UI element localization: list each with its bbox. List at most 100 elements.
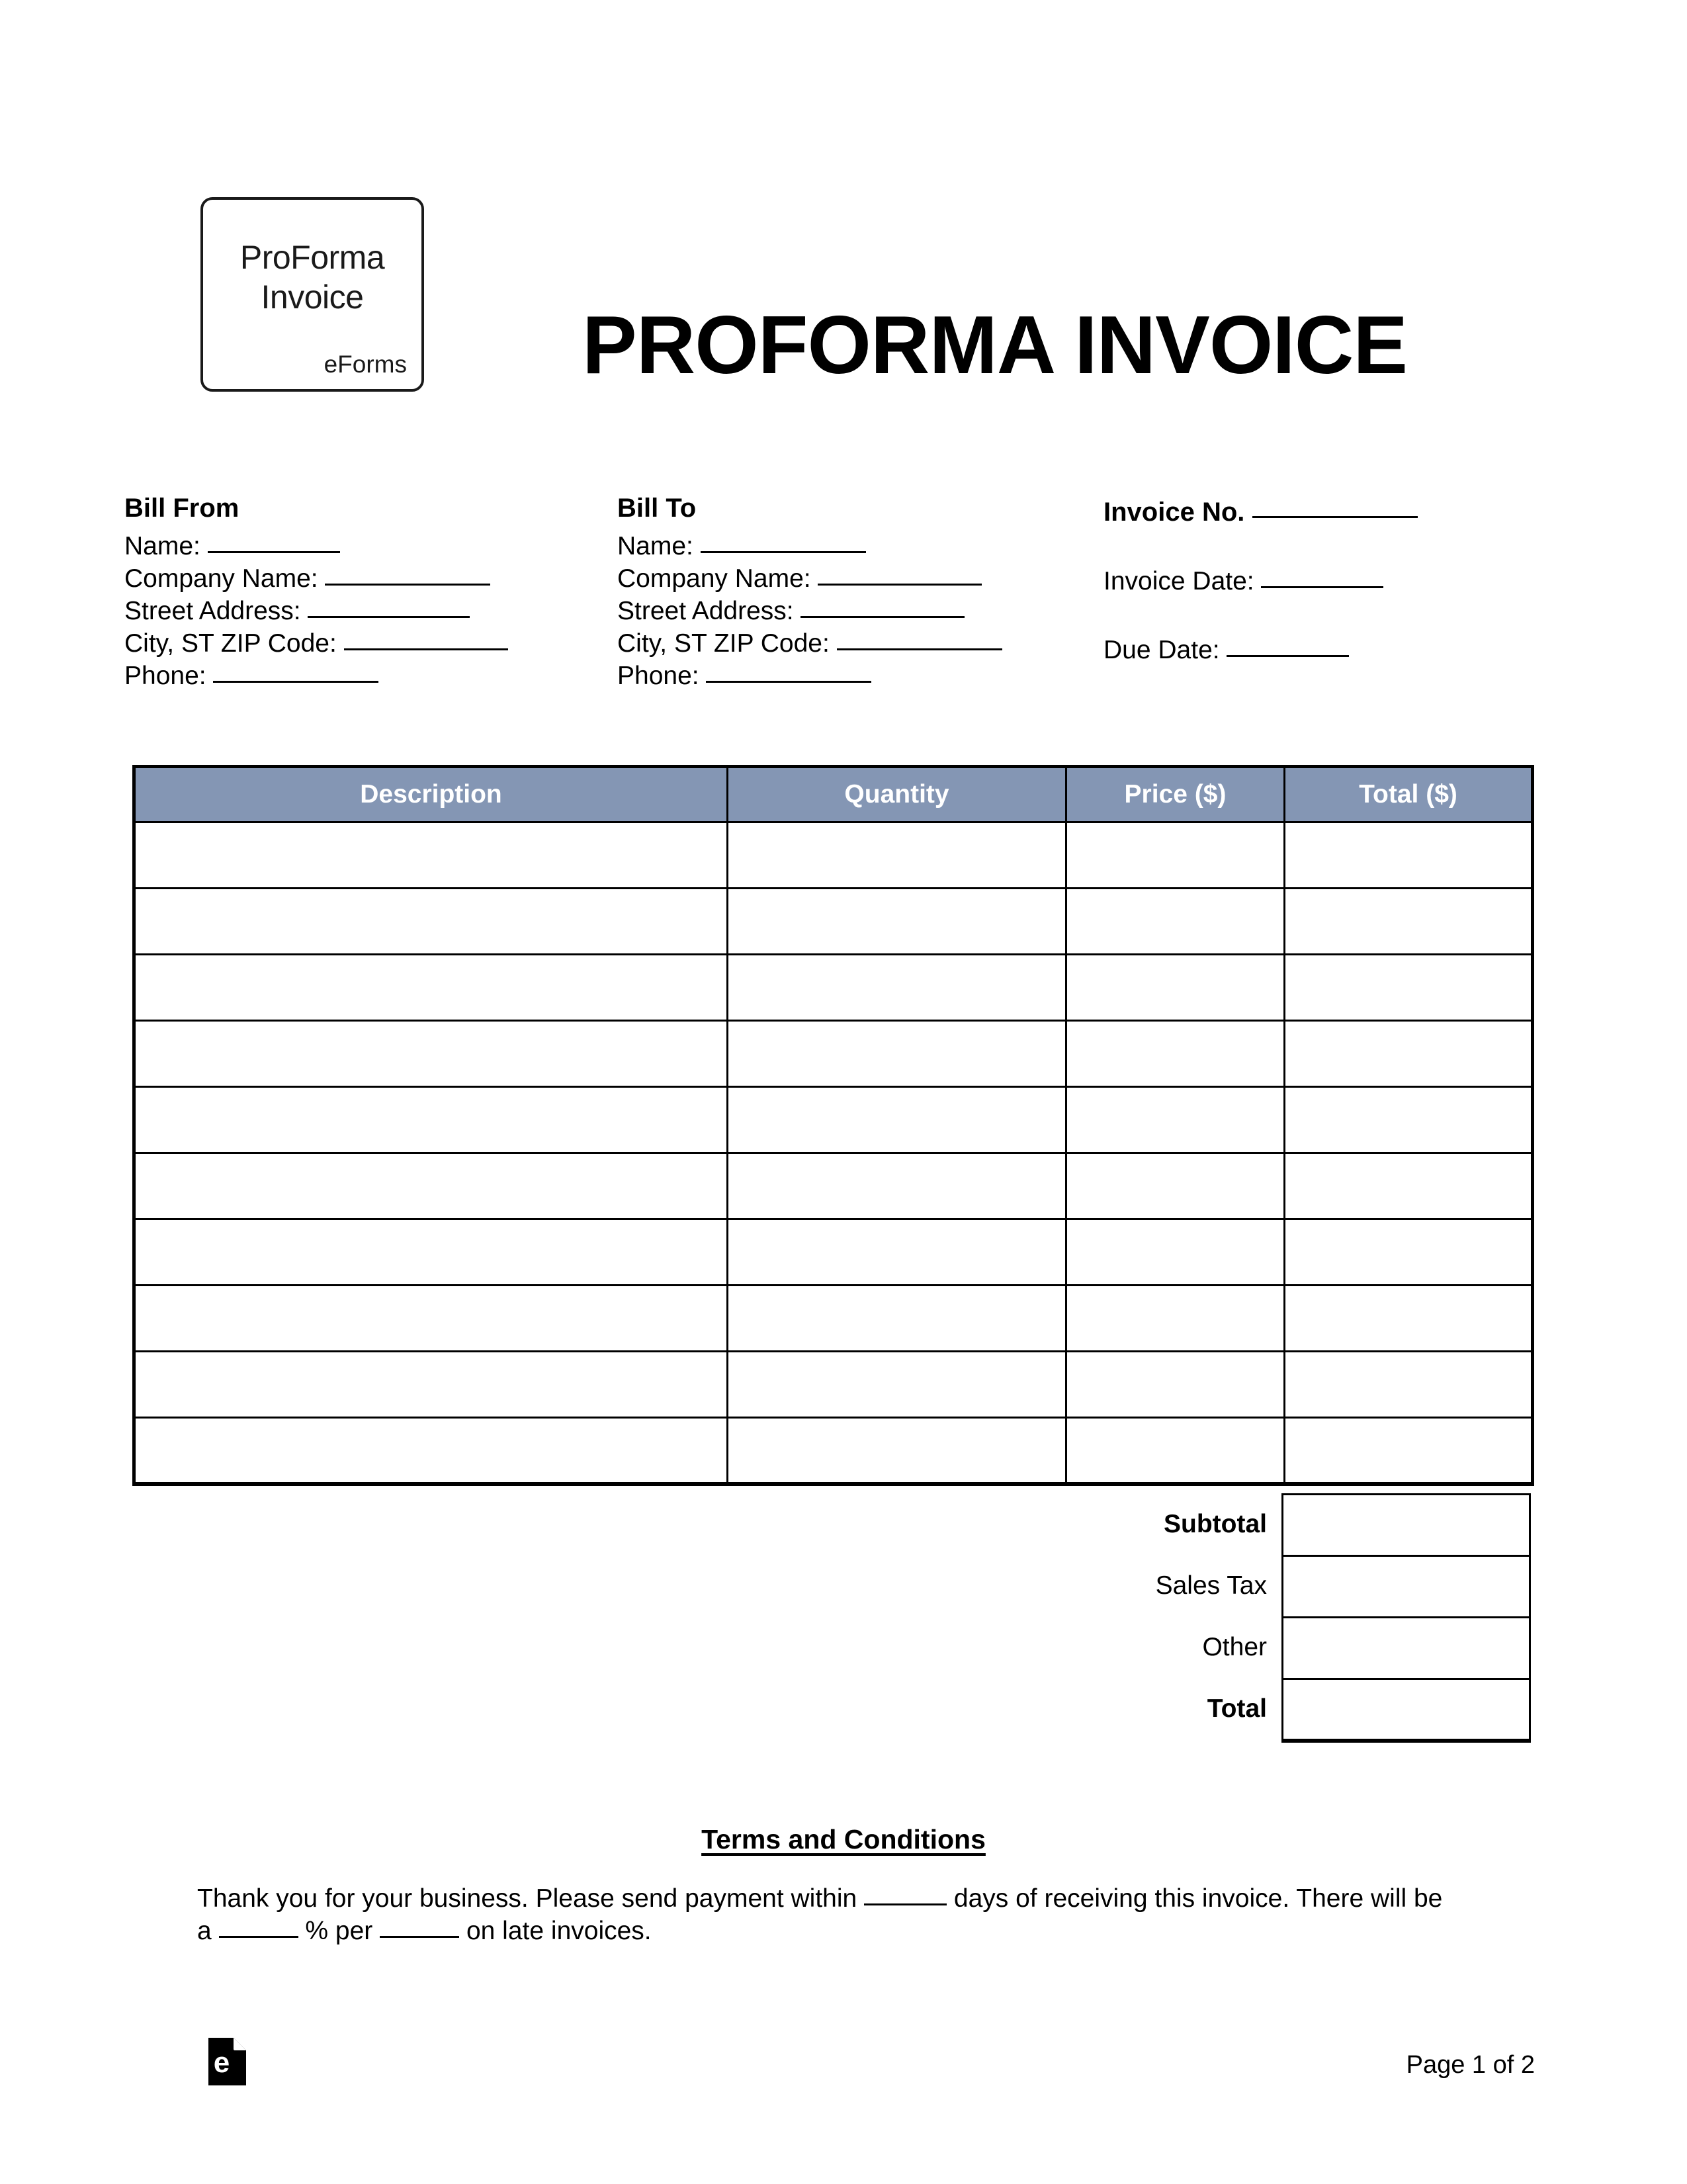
cell-total[interactable] bbox=[1283, 1152, 1534, 1220]
cell-quantity[interactable] bbox=[726, 1086, 1067, 1154]
table-row bbox=[132, 1284, 1534, 1352]
cell-price[interactable] bbox=[1065, 1020, 1285, 1088]
due-date-label: Due Date: bbox=[1103, 636, 1220, 664]
totals-labels: Subtotal Sales Tax Other Total bbox=[794, 1493, 1281, 1741]
totals-value-sales-tax[interactable] bbox=[1281, 1555, 1531, 1618]
totals-label-subtotal: Subtotal bbox=[1164, 1510, 1267, 1538]
cell-description[interactable] bbox=[132, 1350, 728, 1419]
terms-title: Terms and Conditions bbox=[701, 1824, 986, 1855]
bill-from-name-input[interactable] bbox=[207, 531, 340, 553]
bill-from-city-input[interactable] bbox=[343, 629, 508, 650]
totals-label-total: Total bbox=[1207, 1694, 1267, 1723]
eforms-document-icon: e bbox=[208, 2038, 246, 2085]
cell-price[interactable] bbox=[1065, 887, 1285, 955]
terms-section: Terms and Conditions Thank you for your … bbox=[0, 1824, 1687, 1946]
logo-line-2: Invoice bbox=[261, 279, 364, 316]
invoice-date-row: Invoice Date: bbox=[1103, 566, 1418, 594]
invoice-date-label: Invoice Date: bbox=[1103, 567, 1254, 595]
cell-description[interactable] bbox=[132, 1086, 728, 1154]
cell-description[interactable] bbox=[132, 821, 728, 889]
cell-total[interactable] bbox=[1283, 1417, 1534, 1486]
cell-price[interactable] bbox=[1065, 953, 1285, 1022]
cell-total[interactable] bbox=[1283, 1284, 1534, 1352]
bill-from-company-input[interactable] bbox=[325, 564, 491, 586]
cell-description[interactable] bbox=[132, 1218, 728, 1286]
totals-value-subtotal[interactable] bbox=[1281, 1493, 1531, 1557]
totals-row bbox=[1281, 1616, 1531, 1680]
invoice-meta-block: Invoice No. Invoice Date: Due Date: bbox=[1103, 495, 1418, 663]
terms-text-4: on late invoices. bbox=[466, 1917, 652, 1945]
column-header-price: Price ($) bbox=[1065, 765, 1285, 823]
bill-from-block: Bill From Name: Company Name: Street Add… bbox=[124, 495, 508, 692]
cell-total[interactable] bbox=[1283, 1350, 1534, 1419]
line-items-table: Description Quantity Price ($) Total ($) bbox=[132, 765, 1534, 1486]
cell-total[interactable] bbox=[1283, 953, 1534, 1022]
invoice-no-input[interactable] bbox=[1252, 496, 1418, 518]
cell-description[interactable] bbox=[132, 1284, 728, 1352]
bill-to-heading: Bill To bbox=[617, 494, 697, 523]
terms-period-input[interactable] bbox=[380, 1916, 460, 1938]
cell-price[interactable] bbox=[1065, 1284, 1285, 1352]
bill-to-name-row: Name: bbox=[617, 530, 1002, 562]
cell-description[interactable] bbox=[132, 1152, 728, 1220]
cell-price[interactable] bbox=[1065, 1218, 1285, 1286]
cell-price[interactable] bbox=[1065, 821, 1285, 889]
table-row bbox=[132, 887, 1534, 955]
bill-from-city-label: City, ST ZIP Code: bbox=[124, 629, 337, 658]
cell-total[interactable] bbox=[1283, 1020, 1534, 1088]
bill-to-phone-input[interactable] bbox=[706, 661, 872, 683]
cell-quantity[interactable] bbox=[726, 1284, 1067, 1352]
cell-description[interactable] bbox=[132, 1020, 728, 1088]
invoice-date-input[interactable] bbox=[1261, 566, 1384, 588]
totals-value-other[interactable] bbox=[1281, 1616, 1531, 1680]
bill-to-street-label: Street Address: bbox=[617, 597, 794, 625]
bill-to-city-label: City, ST ZIP Code: bbox=[617, 629, 830, 658]
due-date-input[interactable] bbox=[1227, 635, 1350, 657]
cell-price[interactable] bbox=[1065, 1086, 1285, 1154]
cell-quantity[interactable] bbox=[726, 1417, 1067, 1486]
bill-from-name-label: Name: bbox=[124, 532, 200, 560]
cell-description[interactable] bbox=[132, 953, 728, 1022]
bill-from-street-label: Street Address: bbox=[124, 597, 301, 625]
invoice-page: ProForma Invoice eForms PROFORMA INVOICE… bbox=[0, 0, 1687, 2184]
bill-to-street-input[interactable] bbox=[800, 596, 965, 618]
table-row bbox=[132, 1417, 1534, 1486]
cell-price[interactable] bbox=[1065, 1417, 1285, 1486]
bill-to-block: Bill To Name: Company Name: Street Addre… bbox=[617, 495, 1002, 692]
terms-body: Thank you for your business. Please send… bbox=[197, 1882, 1454, 1947]
cell-quantity[interactable] bbox=[726, 1152, 1067, 1220]
cell-description[interactable] bbox=[132, 1417, 728, 1486]
cell-quantity[interactable] bbox=[726, 887, 1067, 955]
cell-description[interactable] bbox=[132, 887, 728, 955]
cell-total[interactable] bbox=[1283, 1218, 1534, 1286]
cell-quantity[interactable] bbox=[726, 953, 1067, 1022]
bill-to-phone-label: Phone: bbox=[617, 662, 699, 690]
terms-text-3: % per bbox=[305, 1917, 373, 1945]
cell-quantity[interactable] bbox=[726, 1020, 1067, 1088]
totals-value-total[interactable] bbox=[1281, 1678, 1531, 1743]
bill-to-name-input[interactable] bbox=[700, 531, 866, 553]
cell-total[interactable] bbox=[1283, 887, 1534, 955]
table-row bbox=[132, 1152, 1534, 1220]
column-header-description: Description bbox=[132, 765, 728, 823]
cell-price[interactable] bbox=[1065, 1152, 1285, 1220]
terms-days-input[interactable] bbox=[864, 1884, 947, 1905]
totals-body bbox=[1281, 1493, 1531, 1743]
cell-quantity[interactable] bbox=[726, 1218, 1067, 1286]
cell-total[interactable] bbox=[1283, 821, 1534, 889]
bill-to-name-label: Name: bbox=[617, 532, 693, 560]
terms-percent-input[interactable] bbox=[218, 1916, 298, 1938]
cell-price[interactable] bbox=[1065, 1350, 1285, 1419]
cell-quantity[interactable] bbox=[726, 821, 1067, 889]
logo-line-1: ProForma bbox=[239, 239, 385, 276]
bill-to-city-input[interactable] bbox=[836, 629, 1002, 650]
bill-to-phone-row: Phone: bbox=[617, 660, 1002, 692]
bill-to-street-row: Street Address: bbox=[617, 595, 1002, 627]
cell-quantity[interactable] bbox=[726, 1350, 1067, 1419]
bill-from-company-row: Company Name: bbox=[124, 562, 508, 595]
page-number: Page 1 of 2 bbox=[1406, 2051, 1535, 2079]
cell-total[interactable] bbox=[1283, 1086, 1534, 1154]
bill-from-street-input[interactable] bbox=[308, 596, 470, 618]
bill-from-phone-input[interactable] bbox=[213, 661, 379, 683]
bill-to-company-input[interactable] bbox=[818, 564, 982, 586]
